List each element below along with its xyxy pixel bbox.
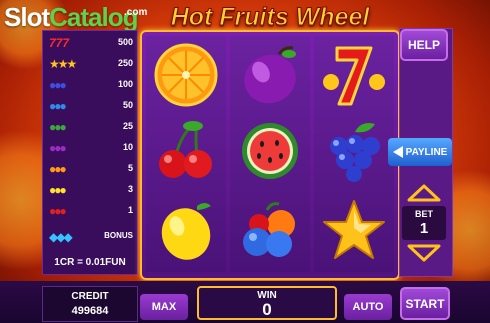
paytable-value: 1 bbox=[127, 205, 133, 215]
paytable-row: ●●● 25 bbox=[46, 117, 136, 137]
orange-icon: ●●● bbox=[49, 162, 67, 176]
win-value: 0 bbox=[262, 300, 272, 319]
seven-icon bbox=[323, 46, 385, 106]
auto-play-button[interactable]: AUTO bbox=[344, 294, 392, 320]
credit-value: 499684 bbox=[71, 305, 109, 317]
bet-value: 1 bbox=[419, 220, 429, 237]
slot-game: SlotCatalog .com Hot Fruits Wheel 777 50… bbox=[0, 0, 490, 323]
game-title: Hot Fruits Wheel bbox=[170, 3, 370, 32]
watermelon-icon: ●●● bbox=[49, 120, 67, 134]
paytable-value: 5 bbox=[127, 163, 133, 173]
diamond-icon: ◆◆◆ bbox=[49, 230, 73, 244]
paytable-row: ◆◆◆ BONUS bbox=[46, 227, 136, 247]
paytable-value: 100 bbox=[117, 79, 133, 89]
paytable-row: 777 500 bbox=[46, 33, 136, 53]
reel-1 bbox=[146, 36, 226, 272]
bet-decrease-button[interactable] bbox=[407, 244, 441, 262]
paytable-value: 25 bbox=[122, 121, 133, 131]
bet-label: BET bbox=[415, 209, 433, 219]
credit-display: CREDIT 499684 bbox=[42, 286, 138, 322]
help-button[interactable]: HELP bbox=[400, 29, 448, 61]
paytable: 777 500 ★★★ 250 ●●● 100 ●●● 50 ●●● 25 ●●… bbox=[42, 30, 138, 275]
plum-icon bbox=[244, 46, 296, 104]
reel-2 bbox=[230, 36, 310, 272]
credit-label: CREDIT bbox=[71, 291, 109, 302]
paytable-row: ●●● 50 bbox=[46, 96, 136, 116]
watermark-part1: Slot bbox=[4, 2, 50, 32]
reel-frame bbox=[140, 30, 400, 280]
grapes-icon: ●●● bbox=[49, 78, 67, 92]
max-bet-button[interactable]: MAX bbox=[140, 294, 188, 320]
credit-rate: 1CR = 0.01FUN bbox=[54, 257, 126, 268]
mixed-fruit-icon: ●●● bbox=[49, 99, 67, 113]
start-button[interactable]: START bbox=[400, 287, 450, 320]
cherry-icon bbox=[159, 121, 212, 178]
seven-icon: 777 bbox=[49, 36, 70, 50]
star-icon: ★★★ bbox=[49, 57, 77, 71]
watermark-logo: SlotCatalog .com bbox=[4, 2, 147, 32]
grapes-icon bbox=[330, 123, 380, 182]
watermelon-icon bbox=[242, 123, 298, 179]
paytable-row: ●●● 5 bbox=[46, 159, 136, 179]
mixed-fruit-icon bbox=[243, 202, 295, 257]
paytable-row: ★★★ 250 bbox=[46, 54, 136, 74]
paytable-row: ●●● 100 bbox=[46, 75, 136, 95]
lemon-icon: ●●● bbox=[49, 183, 67, 197]
cherry-icon: ●●● bbox=[49, 204, 67, 218]
paytable-value: 50 bbox=[122, 100, 133, 110]
paytable-value: 3 bbox=[127, 184, 133, 194]
reel-3 bbox=[314, 36, 394, 272]
paytable-row: ●●● 10 bbox=[46, 138, 136, 158]
orange-icon bbox=[154, 43, 218, 107]
watermark-suffix: .com bbox=[124, 7, 148, 18]
paytable-value: 250 bbox=[117, 58, 133, 68]
bet-display: BET 1 bbox=[402, 206, 446, 240]
paytable-row: ●●● 3 bbox=[46, 180, 136, 200]
bet-increase-button[interactable] bbox=[407, 184, 441, 202]
win-display: WIN 0 bbox=[197, 286, 337, 320]
lemon-icon bbox=[161, 203, 211, 260]
paytable-value: 500 bbox=[117, 37, 133, 47]
arrow-left-icon bbox=[392, 146, 403, 158]
plum-icon: ●●● bbox=[49, 141, 67, 155]
star-icon bbox=[323, 200, 385, 259]
paytable-row: ●●● 1 bbox=[46, 201, 136, 221]
payline-button[interactable]: PAYLINE bbox=[388, 138, 452, 166]
paytable-value: 10 bbox=[122, 142, 133, 152]
paytable-value: BONUS bbox=[104, 231, 133, 240]
payline-label: PAYLINE bbox=[405, 146, 448, 158]
